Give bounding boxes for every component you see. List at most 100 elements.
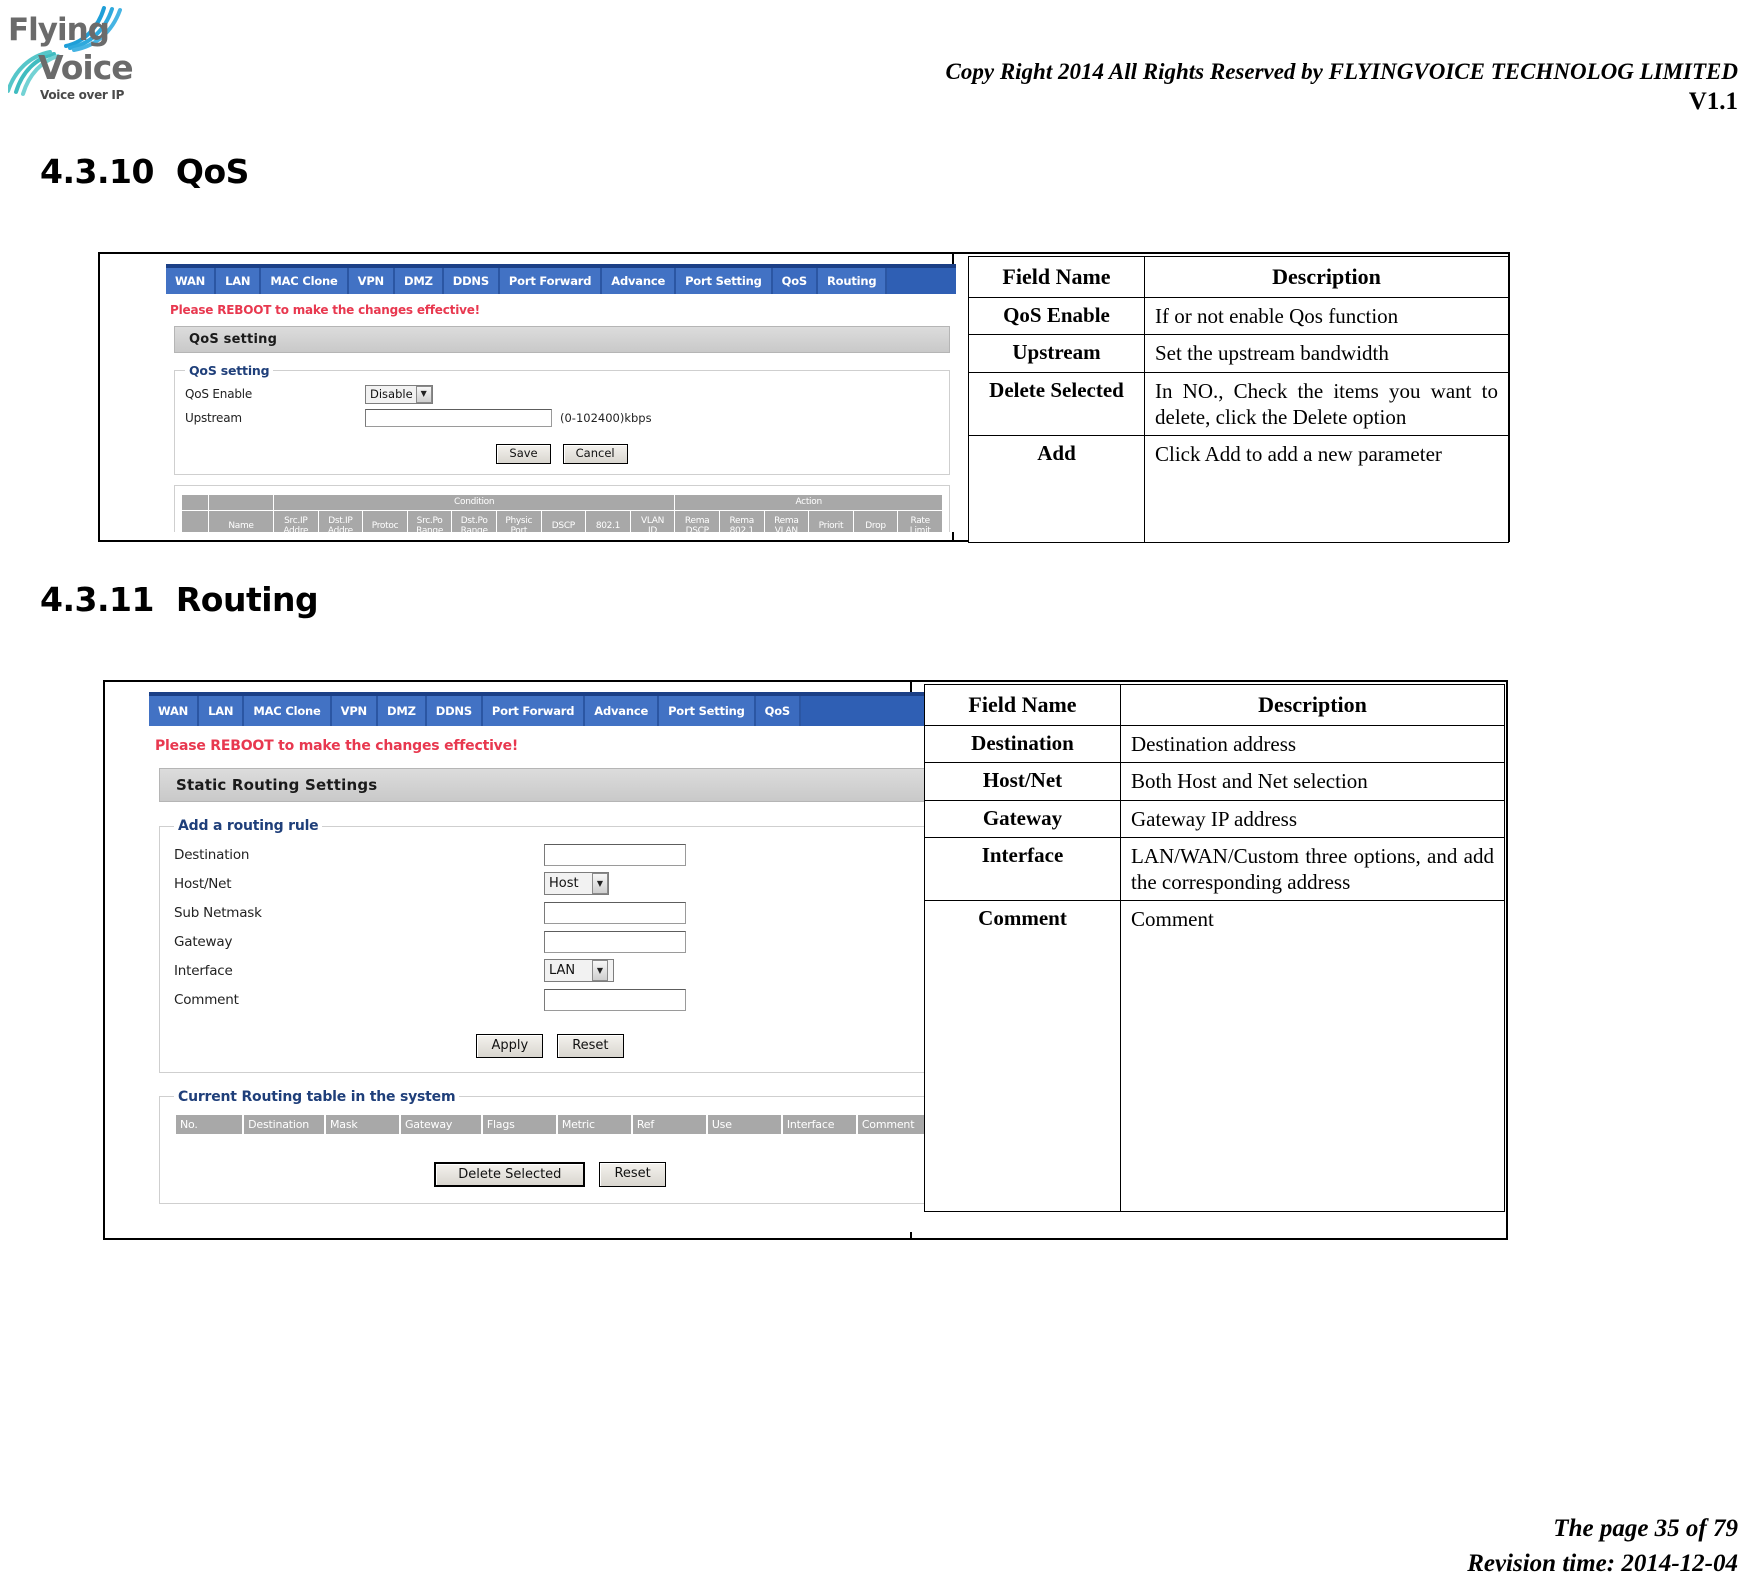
qos-col-rvlan-top: Rema [774, 515, 799, 526]
footer-page-number: The page 35 of 79 [1553, 1515, 1738, 1542]
nav-tab-wan[interactable]: WAN [166, 268, 217, 294]
routing-desc-field-gateway: Gateway [924, 799, 1121, 838]
nav-tab-qos[interactable]: QoS [755, 696, 801, 726]
qos-enable-row: QoS Enable Disable ▼ [185, 382, 939, 406]
qos-col-name: Name [209, 510, 273, 532]
routing-reset-button[interactable]: Reset [557, 1034, 624, 1058]
section-heading-routing: 4.3.11 Routing [40, 580, 319, 619]
nav-tab-lan[interactable]: LAN [199, 696, 245, 726]
nav-tab-dmz[interactable]: DMZ [377, 696, 427, 726]
routing-reboot-warning: Please REBOOT to make the changes effect… [155, 738, 519, 754]
routing-desc-row-hostnet: Host/Net Both Host and Net selection [924, 762, 1505, 801]
routing-interface-select[interactable]: LAN ▼ [544, 959, 614, 982]
nav-tab-port-setting[interactable]: Port Setting [659, 696, 756, 726]
routing-destination-input[interactable] [544, 843, 686, 866]
nav-tab-advance[interactable]: Advance [602, 268, 677, 294]
routing-desc-field-hostnet: Host/Net [924, 762, 1121, 801]
qos-col-priority: Priorit [809, 510, 853, 532]
qos-col-src-ip: Src.IP Addre [274, 510, 318, 532]
routing-interface-row: Interface LAN ▼ [174, 956, 926, 985]
qos-col-vlan-top: VLAN [641, 515, 665, 526]
qos-col-remark-vlan: Rema VLAN [764, 510, 809, 532]
routing-hostnet-select[interactable]: Host ▼ [544, 872, 609, 895]
qos-grid-header-row: . Name Src.IP Addre Dst.IP Addre Protoc … [182, 510, 942, 532]
qos-col-dscp: DSCP [541, 510, 586, 532]
routing-hostnet-row: Host/Net Host ▼ [174, 869, 926, 898]
qos-grid-spacer-1: . [182, 494, 208, 510]
nav-tab-routing[interactable]: Routing [817, 268, 888, 294]
routing-comment-input[interactable] [544, 988, 686, 1011]
routing-comment-row: Comment [174, 985, 926, 1014]
qos-col-dst-port-range: Dst.Po Range [452, 510, 496, 532]
qos-desc-text-upstream: Set the upstream bandwidth [1144, 334, 1509, 373]
qos-description-table: Field Name Description QoS Enable If or … [968, 256, 1509, 543]
routing-desc-header-description: Description [1120, 684, 1505, 726]
routing-gateway-row: Gateway [174, 927, 926, 956]
routing-netmask-row: Sub Netmask [174, 898, 926, 927]
routing-desc-header-row: Field Name Description [924, 684, 1505, 726]
nav-tab-port-forward[interactable]: Port Forward [499, 268, 603, 294]
version-line: V1.1 [1688, 88, 1738, 115]
qos-col-drop: Drop [853, 510, 898, 532]
chevron-down-icon: ▼ [592, 873, 608, 894]
routing-interface-value: LAN [549, 963, 576, 978]
qos-col-phys-top: Physic [505, 515, 533, 526]
nav-tab-qos[interactable]: QoS [772, 268, 818, 294]
nav-tab-vpn[interactable]: VPN [331, 696, 378, 726]
qos-desc-row-upstream: Upstream Set the upstream bandwidth [968, 334, 1509, 373]
qos-col-src-ip-top: Src.IP [284, 515, 308, 526]
routing-desc-header-field: Field Name [924, 684, 1121, 726]
qos-desc-row-delete-selected: Delete Selected In NO., Check the items … [968, 371, 1509, 436]
nav-tab-vpn[interactable]: VPN [348, 268, 395, 294]
qos-col-src-port-bottom: Range [416, 525, 444, 532]
routing-desc-row-comment: Comment Comment [924, 900, 1505, 1213]
qos-col-vlan-id: VLAN ID [630, 510, 675, 532]
qos-cancel-button[interactable]: Cancel [562, 444, 628, 464]
qos-desc-text-delete-selected: In NO., Check the items you want to dele… [1144, 371, 1509, 436]
qos-panel-title: QoS setting [174, 326, 950, 353]
routing-gateway-input[interactable] [544, 930, 686, 953]
routing-delete-selected-button[interactable]: Delete Selected [434, 1161, 586, 1188]
rt-col-interface: Interface [782, 1114, 856, 1134]
nav-tab-port-setting[interactable]: Port Setting [676, 268, 773, 294]
routing-desc-text-gateway: Gateway IP address [1120, 799, 1505, 838]
nav-tab-ddns[interactable]: DDNS [426, 696, 483, 726]
routing-nav-bar: WAN LAN MAC Clone VPN DMZ DDNS Port Forw… [149, 692, 949, 726]
nav-tab-wan[interactable]: WAN [149, 696, 200, 726]
nav-tab-lan[interactable]: LAN [216, 268, 262, 294]
qos-enable-value: Disable [370, 387, 413, 401]
routing-table-reset-button[interactable]: Reset [599, 1161, 666, 1188]
qos-desc-text-add: Click Add to add a new parameter [1144, 435, 1509, 543]
qos-col-rate-limit: Rate Limit [898, 510, 942, 532]
routing-netmask-label: Sub Netmask [174, 904, 262, 921]
section-heading-qos: 4.3.10 QoS [40, 152, 249, 191]
nav-tab-port-forward[interactable]: Port Forward [482, 696, 586, 726]
routing-panel-title: Static Routing Settings [159, 768, 941, 802]
flyingvoice-logo: Flying Voice Voice over IP [8, 6, 134, 114]
qos-desc-field-delete-selected: Delete Selected [968, 371, 1145, 436]
routing-table-legend: Current Routing table in the system [178, 1088, 456, 1105]
routing-rule-group: Add a routing rule Destination Host/Net … [159, 818, 941, 1073]
nav-tab-advance[interactable]: Advance [585, 696, 660, 726]
logo-tagline: Voice over IP [40, 88, 125, 102]
rt-col-gateway: Gateway [400, 1114, 481, 1134]
qos-col-src-port-range: Src.Po Range [407, 510, 452, 532]
routing-apply-button[interactable]: Apply [476, 1034, 544, 1058]
qos-desc-row-qos-enable: QoS Enable If or not enable Qos function [968, 296, 1509, 336]
routing-netmask-input[interactable] [544, 901, 686, 924]
qos-upstream-input[interactable] [365, 409, 552, 427]
qos-grid-group-row: . . Condition Action [182, 494, 942, 510]
nav-tab-dmz[interactable]: DMZ [394, 268, 444, 294]
nav-tab-ddns[interactable]: DDNS [443, 268, 500, 294]
qos-enable-select[interactable]: Disable ▼ [365, 384, 433, 404]
routing-hostnet-value: Host [549, 876, 579, 891]
qos-router-screenshot: WAN LAN MAC Clone VPN DMZ DDNS Port Forw… [166, 264, 956, 532]
qos-col-rate-top: Rate [910, 515, 930, 526]
nav-tab-mac-clone[interactable]: MAC Clone [244, 696, 332, 726]
qos-grid-group-condition: Condition [274, 494, 675, 510]
qos-col-dst-port-top: Dst.Po [460, 515, 488, 526]
qos-save-button[interactable]: Save [496, 444, 551, 464]
routing-desc-field-destination: Destination [924, 724, 1121, 764]
qos-rules-table: . . Condition Action . Name Src.IP Addre… [181, 494, 943, 532]
nav-tab-mac-clone[interactable]: MAC Clone [261, 268, 349, 294]
